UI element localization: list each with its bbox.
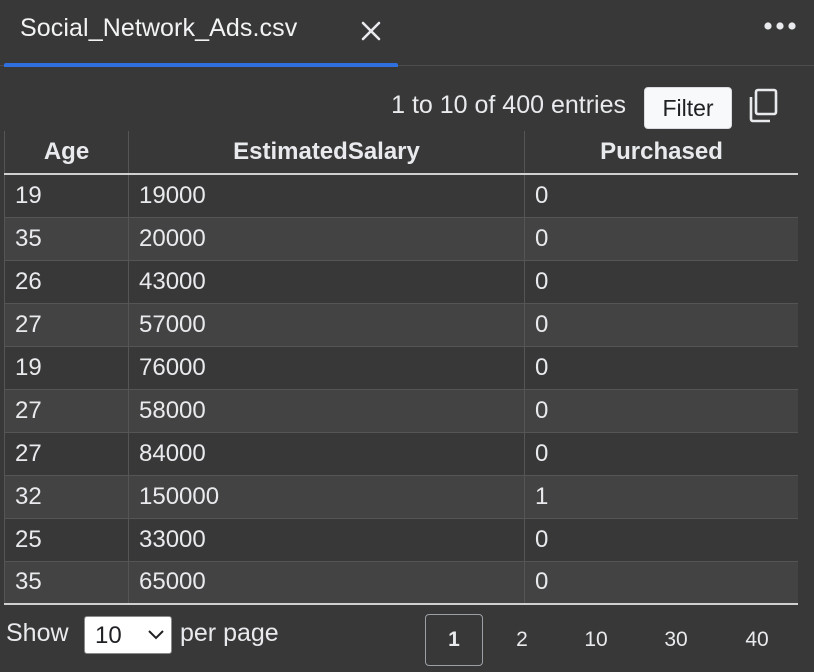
- cell-purchased: 0: [524, 345, 798, 390]
- cell-purchased: 0: [524, 173, 798, 218]
- copy-icon[interactable]: [746, 87, 780, 125]
- cell-purchased: 0: [524, 517, 798, 562]
- filter-button[interactable]: Filter: [644, 87, 732, 129]
- cell-purchased: 0: [524, 560, 798, 605]
- cell-estimated-salary: 20000: [128, 216, 525, 261]
- page-button-40[interactable]: 40: [730, 614, 784, 666]
- page-button-10[interactable]: 10: [570, 614, 622, 666]
- table-row: 19 19000 0: [4, 173, 798, 218]
- table-row: 27 57000 0: [4, 302, 798, 347]
- cell-age: 19: [4, 173, 129, 218]
- cell-estimated-salary: 57000: [128, 302, 525, 347]
- cell-estimated-salary: 19000: [128, 173, 525, 218]
- cell-purchased: 0: [524, 388, 798, 433]
- show-label: Show: [6, 619, 69, 647]
- cell-age: 25: [4, 517, 129, 562]
- page-button-30[interactable]: 30: [650, 614, 702, 666]
- data-table-container[interactable]: Age EstimatedSalary Purchased 19 19000 0…: [4, 131, 798, 606]
- chevron-down-icon: [147, 628, 165, 642]
- cell-estimated-salary: 43000: [128, 259, 525, 304]
- table-row: 27 58000 0: [4, 388, 798, 433]
- more-horizontal-icon[interactable]: [760, 14, 800, 42]
- cell-estimated-salary: 65000: [128, 560, 525, 605]
- entries-count: 1 to 10 of 400 entries: [391, 91, 626, 119]
- cell-age: 27: [4, 302, 129, 347]
- cell-estimated-salary: 150000: [128, 474, 525, 519]
- table-toolbar: 1 to 10 of 400 entries Filter: [0, 67, 814, 131]
- cell-age: 35: [4, 216, 129, 261]
- per-page-select[interactable]: 10: [84, 616, 172, 654]
- cell-age: 27: [4, 431, 129, 476]
- table-row: 35 65000 0: [4, 560, 798, 605]
- cell-purchased: 0: [524, 259, 798, 304]
- page-button-2[interactable]: 2: [498, 614, 546, 666]
- page-button-1[interactable]: 1: [425, 614, 483, 666]
- table-row: 25 33000 0: [4, 517, 798, 562]
- pagination-footer: Show 10 per page 1 2 10 30 40: [0, 606, 814, 672]
- cell-purchased: 0: [524, 216, 798, 261]
- data-table: Age EstimatedSalary Purchased 19 19000 0…: [4, 131, 798, 605]
- cell-estimated-salary: 33000: [128, 517, 525, 562]
- table-row: 19 76000 0: [4, 345, 798, 390]
- tab-social-network-ads[interactable]: Social_Network_Ads.csv: [4, 0, 398, 67]
- column-header-estimated-salary[interactable]: EstimatedSalary: [128, 131, 525, 175]
- close-icon[interactable]: [356, 16, 386, 46]
- column-header-age[interactable]: Age: [4, 131, 129, 175]
- per-page-label: per page: [180, 619, 279, 647]
- cell-purchased: 0: [524, 302, 798, 347]
- cell-estimated-salary: 84000: [128, 431, 525, 476]
- cell-age: 32: [4, 474, 129, 519]
- table-header-row: Age EstimatedSalary Purchased: [4, 131, 798, 175]
- tab-title: Social_Network_Ads.csv: [20, 14, 298, 42]
- cell-age: 26: [4, 259, 129, 304]
- table-row: 32 150000 1: [4, 474, 798, 519]
- cell-age: 35: [4, 560, 129, 605]
- csv-viewer: Social_Network_Ads.csv 1 to 10 of 400 en…: [0, 0, 814, 672]
- per-page-value: 10: [95, 622, 122, 649]
- cell-estimated-salary: 76000: [128, 345, 525, 390]
- table-row: 35 20000 0: [4, 216, 798, 261]
- cell-age: 19: [4, 345, 129, 390]
- table-row: 27 84000 0: [4, 431, 798, 476]
- cell-purchased: 0: [524, 431, 798, 476]
- cell-age: 27: [4, 388, 129, 433]
- table-row: 26 43000 0: [4, 259, 798, 304]
- tab-bar: Social_Network_Ads.csv: [0, 0, 814, 67]
- cell-estimated-salary: 58000: [128, 388, 525, 433]
- column-header-purchased[interactable]: Purchased: [524, 131, 798, 175]
- cell-purchased: 1: [524, 474, 798, 519]
